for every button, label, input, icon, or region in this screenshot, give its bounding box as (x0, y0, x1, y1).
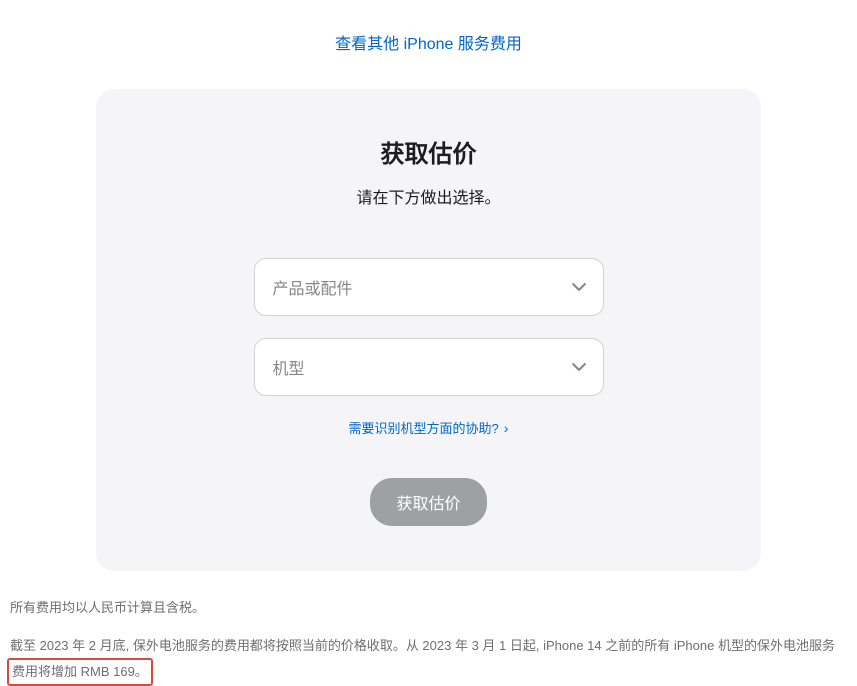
card-title: 获取估价 (156, 134, 701, 169)
footnote-tax: 所有费用均以人民币计算且含税。 (10, 596, 850, 619)
identify-model-help-link[interactable]: 需要识别机型方面的协助? (349, 421, 509, 436)
product-select-wrap: 产品或配件 (254, 258, 604, 316)
price-increase-highlight: 费用将增加 RMB 169。 (7, 658, 153, 686)
view-other-fees-link[interactable]: 查看其他 iPhone 服务费用 (335, 36, 522, 53)
footnote-price-change-part1: 截至 2023 年 2 月底, 保外电池服务的费用都将按照当前的价格收取。从 2… (10, 638, 835, 653)
product-select-placeholder: 产品或配件 (273, 275, 353, 299)
top-link-container: 查看其他 iPhone 服务费用 (0, 0, 857, 74)
card-subtitle: 请在下方做出选择。 (156, 184, 701, 208)
footnotes: 所有费用均以人民币计算且含税。 截至 2023 年 2 月底, 保外电池服务的费… (10, 596, 850, 686)
model-select[interactable]: 机型 (254, 338, 604, 396)
help-link-container: 需要识别机型方面的协助? (156, 418, 701, 438)
product-select[interactable]: 产品或配件 (254, 258, 604, 316)
estimate-card: 获取估价 请在下方做出选择。 产品或配件 机型 需要识别机型方面的协助? 获取估… (96, 89, 761, 571)
get-estimate-button[interactable]: 获取估价 (370, 478, 486, 526)
footnote-price-change: 截至 2023 年 2 月底, 保外电池服务的费用都将按照当前的价格收取。从 2… (10, 634, 850, 686)
model-select-placeholder: 机型 (273, 355, 305, 379)
model-select-wrap: 机型 (254, 338, 604, 396)
